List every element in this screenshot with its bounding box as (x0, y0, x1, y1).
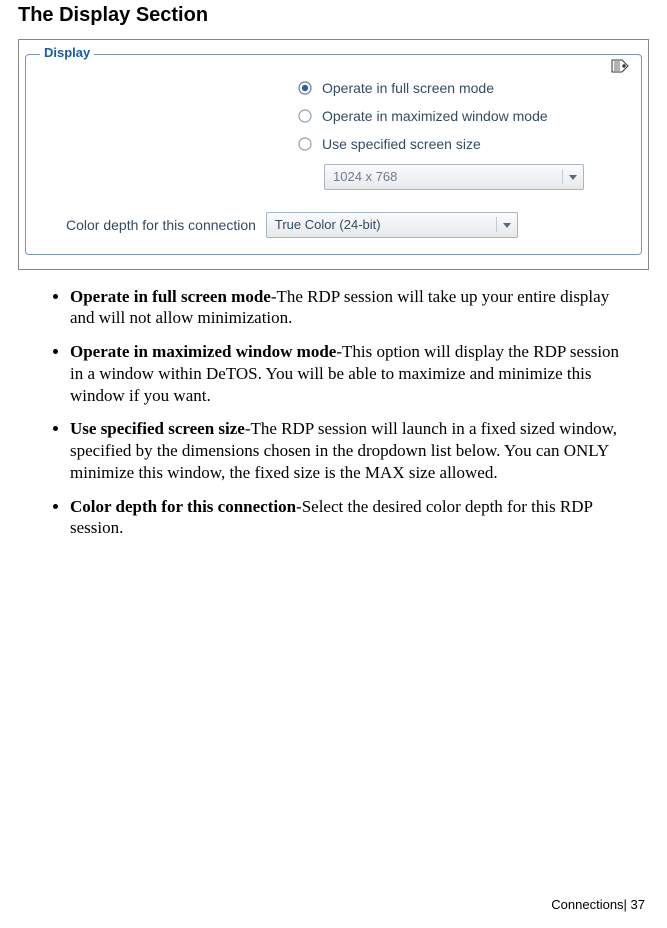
radio-specified-label: Use specified screen size (322, 135, 481, 153)
radio-unselected-icon (298, 109, 312, 123)
bullet-title: Color depth for this connection (70, 497, 296, 516)
bullet-title: Use specified screen size (70, 419, 245, 438)
page-title: The Display Section (18, 4, 649, 27)
radio-full-screen-label: Operate in full screen mode (322, 79, 494, 97)
page-footer: Connections| 37 (551, 897, 645, 912)
color-depth-value: True Color (24-bit) (275, 217, 381, 232)
figure-frame: Display (18, 39, 649, 270)
description-list: Operate in full screen mode-The RDP sess… (18, 286, 639, 540)
radio-maximized[interactable]: Operate in maximized window mode (298, 107, 578, 125)
color-depth-row: Color depth for this connection True Col… (38, 212, 629, 238)
screen-size-dropdown[interactable]: 1024 x 768 (324, 164, 584, 190)
tag-icon (611, 57, 633, 82)
radio-selected-icon (298, 81, 312, 95)
list-item: Operate in maximized window mode-This op… (70, 341, 639, 406)
list-item: Color depth for this connection-Select t… (70, 496, 639, 540)
color-depth-label: Color depth for this connection (66, 217, 256, 233)
radio-maximized-label: Operate in maximized window mode (322, 107, 548, 125)
radio-group: Operate in full screen mode Operate in m… (298, 79, 629, 154)
chevron-down-icon (562, 169, 577, 184)
chevron-down-icon (496, 217, 511, 232)
bullet-title: Operate in maximized window mode (70, 342, 336, 361)
screen-size-value: 1024 x 768 (333, 169, 397, 184)
list-item: Use specified screen size-The RDP sessio… (70, 418, 639, 483)
screen-size-row: 1024 x 768 (324, 164, 629, 190)
bullet-title: Operate in full screen mode (70, 287, 271, 306)
radio-unselected-icon (298, 137, 312, 151)
list-item: Operate in full screen mode-The RDP sess… (70, 286, 639, 330)
radio-full-screen[interactable]: Operate in full screen mode (298, 79, 578, 97)
radio-specified[interactable]: Use specified screen size (298, 135, 578, 153)
color-depth-dropdown[interactable]: True Color (24-bit) (266, 212, 518, 238)
display-fieldset: Display (25, 54, 642, 255)
display-legend: Display (40, 45, 94, 60)
